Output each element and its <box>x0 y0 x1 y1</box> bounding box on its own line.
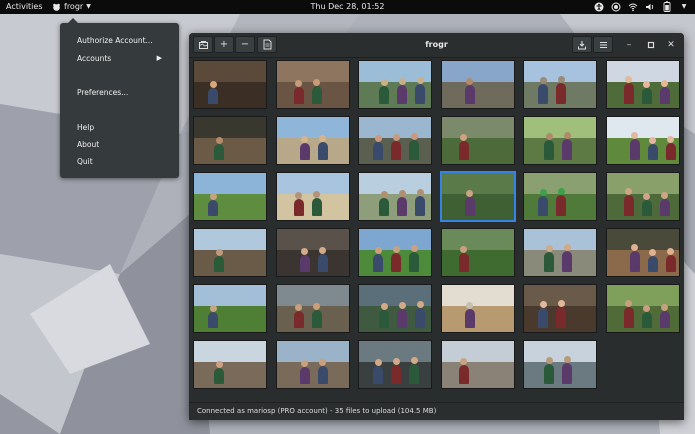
minimize-button[interactable]: – <box>622 38 636 52</box>
photo-thumbnail[interactable] <box>193 172 267 221</box>
photo-thumbnail[interactable] <box>193 340 267 389</box>
system-tray[interactable]: ▼ <box>594 1 689 12</box>
menu-item-quit[interactable]: Quit <box>77 157 93 166</box>
close-button[interactable]: ✕ <box>664 38 678 52</box>
frogr-window: + − frogr – ✕ Connected as mariosp (PRO … <box>189 33 684 420</box>
photo-thumbnail[interactable] <box>193 116 267 165</box>
minimize-icon: – <box>626 40 632 50</box>
status-bar: Connected as mariosp (PRO account) - 35 … <box>189 402 684 420</box>
maximize-icon <box>647 41 655 49</box>
photo-thumbnail[interactable] <box>440 116 515 165</box>
photo-thumbnail[interactable] <box>605 116 680 165</box>
photo-thumbnail[interactable] <box>358 228 432 277</box>
maximize-button[interactable] <box>644 38 658 52</box>
photo-thumbnail[interactable] <box>440 284 515 333</box>
photo-thumbnail[interactable] <box>275 340 350 389</box>
menu-item-about[interactable]: About <box>77 140 99 149</box>
photo-thumbnail[interactable] <box>358 116 432 165</box>
upload-button[interactable] <box>572 36 592 53</box>
photo-thumbnail[interactable] <box>605 228 680 277</box>
photo-thumbnail[interactable] <box>358 172 432 221</box>
photo-thumbnail[interactable] <box>439 171 516 222</box>
battery-icon[interactable] <box>662 1 672 12</box>
photo-thumbnail[interactable] <box>193 60 267 109</box>
photo-thumbnail[interactable] <box>523 284 597 333</box>
menu-item-authorize-account[interactable]: Authorize Account... <box>77 36 153 45</box>
photo-thumbnail[interactable] <box>358 284 432 333</box>
menu-item-accounts[interactable]: Accounts <box>77 54 111 63</box>
photo-thumbnail[interactable] <box>440 228 515 277</box>
status-text: Connected as mariosp (PRO account) - 35 … <box>197 407 437 415</box>
photo-thumbnail[interactable] <box>193 284 267 333</box>
menu-item-preferences[interactable]: Preferences... <box>77 88 128 97</box>
photo-thumbnail[interactable] <box>275 228 350 277</box>
wifi-icon[interactable] <box>628 1 638 12</box>
photo-thumbnail[interactable] <box>440 340 515 389</box>
photo-thumbnail[interactable] <box>275 284 350 333</box>
photo-thumbnail[interactable] <box>440 60 515 109</box>
photo-thumbnail[interactable] <box>358 340 432 389</box>
photo-thumbnail[interactable] <box>523 60 597 109</box>
accessibility-icon[interactable] <box>594 1 604 12</box>
power-chevron-icon[interactable]: ▼ <box>679 1 689 12</box>
photo-thumbnail[interactable] <box>523 228 597 277</box>
photo-thumbnail[interactable] <box>358 60 432 109</box>
photo-thumbnail[interactable] <box>523 116 597 165</box>
main-menu-button[interactable] <box>593 36 613 53</box>
photo-thumbnail[interactable] <box>275 116 350 165</box>
clock[interactable]: Thu Dec 28, 01:52 <box>0 2 695 11</box>
close-icon: ✕ <box>667 40 675 50</box>
photo-thumbnail[interactable] <box>605 172 680 221</box>
photo-thumbnail[interactable] <box>605 60 680 109</box>
hamburger-menu-icon <box>599 41 607 48</box>
photo-thumbnail[interactable] <box>523 172 597 221</box>
app-menu-popup: Authorize Account... Accounts ▶ Preferen… <box>60 18 179 178</box>
submenu-arrow-icon: ▶ <box>156 54 162 62</box>
record-icon[interactable] <box>611 1 621 12</box>
photo-thumbnail[interactable] <box>275 60 350 109</box>
photo-grid[interactable] <box>189 58 684 403</box>
photo-thumbnail[interactable] <box>605 284 680 333</box>
photo-thumbnail[interactable] <box>523 340 597 389</box>
upload-icon <box>578 40 586 49</box>
photo-thumbnail[interactable] <box>193 228 267 277</box>
photo-thumbnail[interactable] <box>275 172 350 221</box>
header-bar: + − frogr – ✕ <box>189 33 684 58</box>
volume-icon[interactable] <box>645 1 655 12</box>
top-bar: Activities frogr ▼ Thu Dec 28, 01:52 ▼ <box>0 0 695 14</box>
menu-item-help[interactable]: Help <box>77 123 94 132</box>
